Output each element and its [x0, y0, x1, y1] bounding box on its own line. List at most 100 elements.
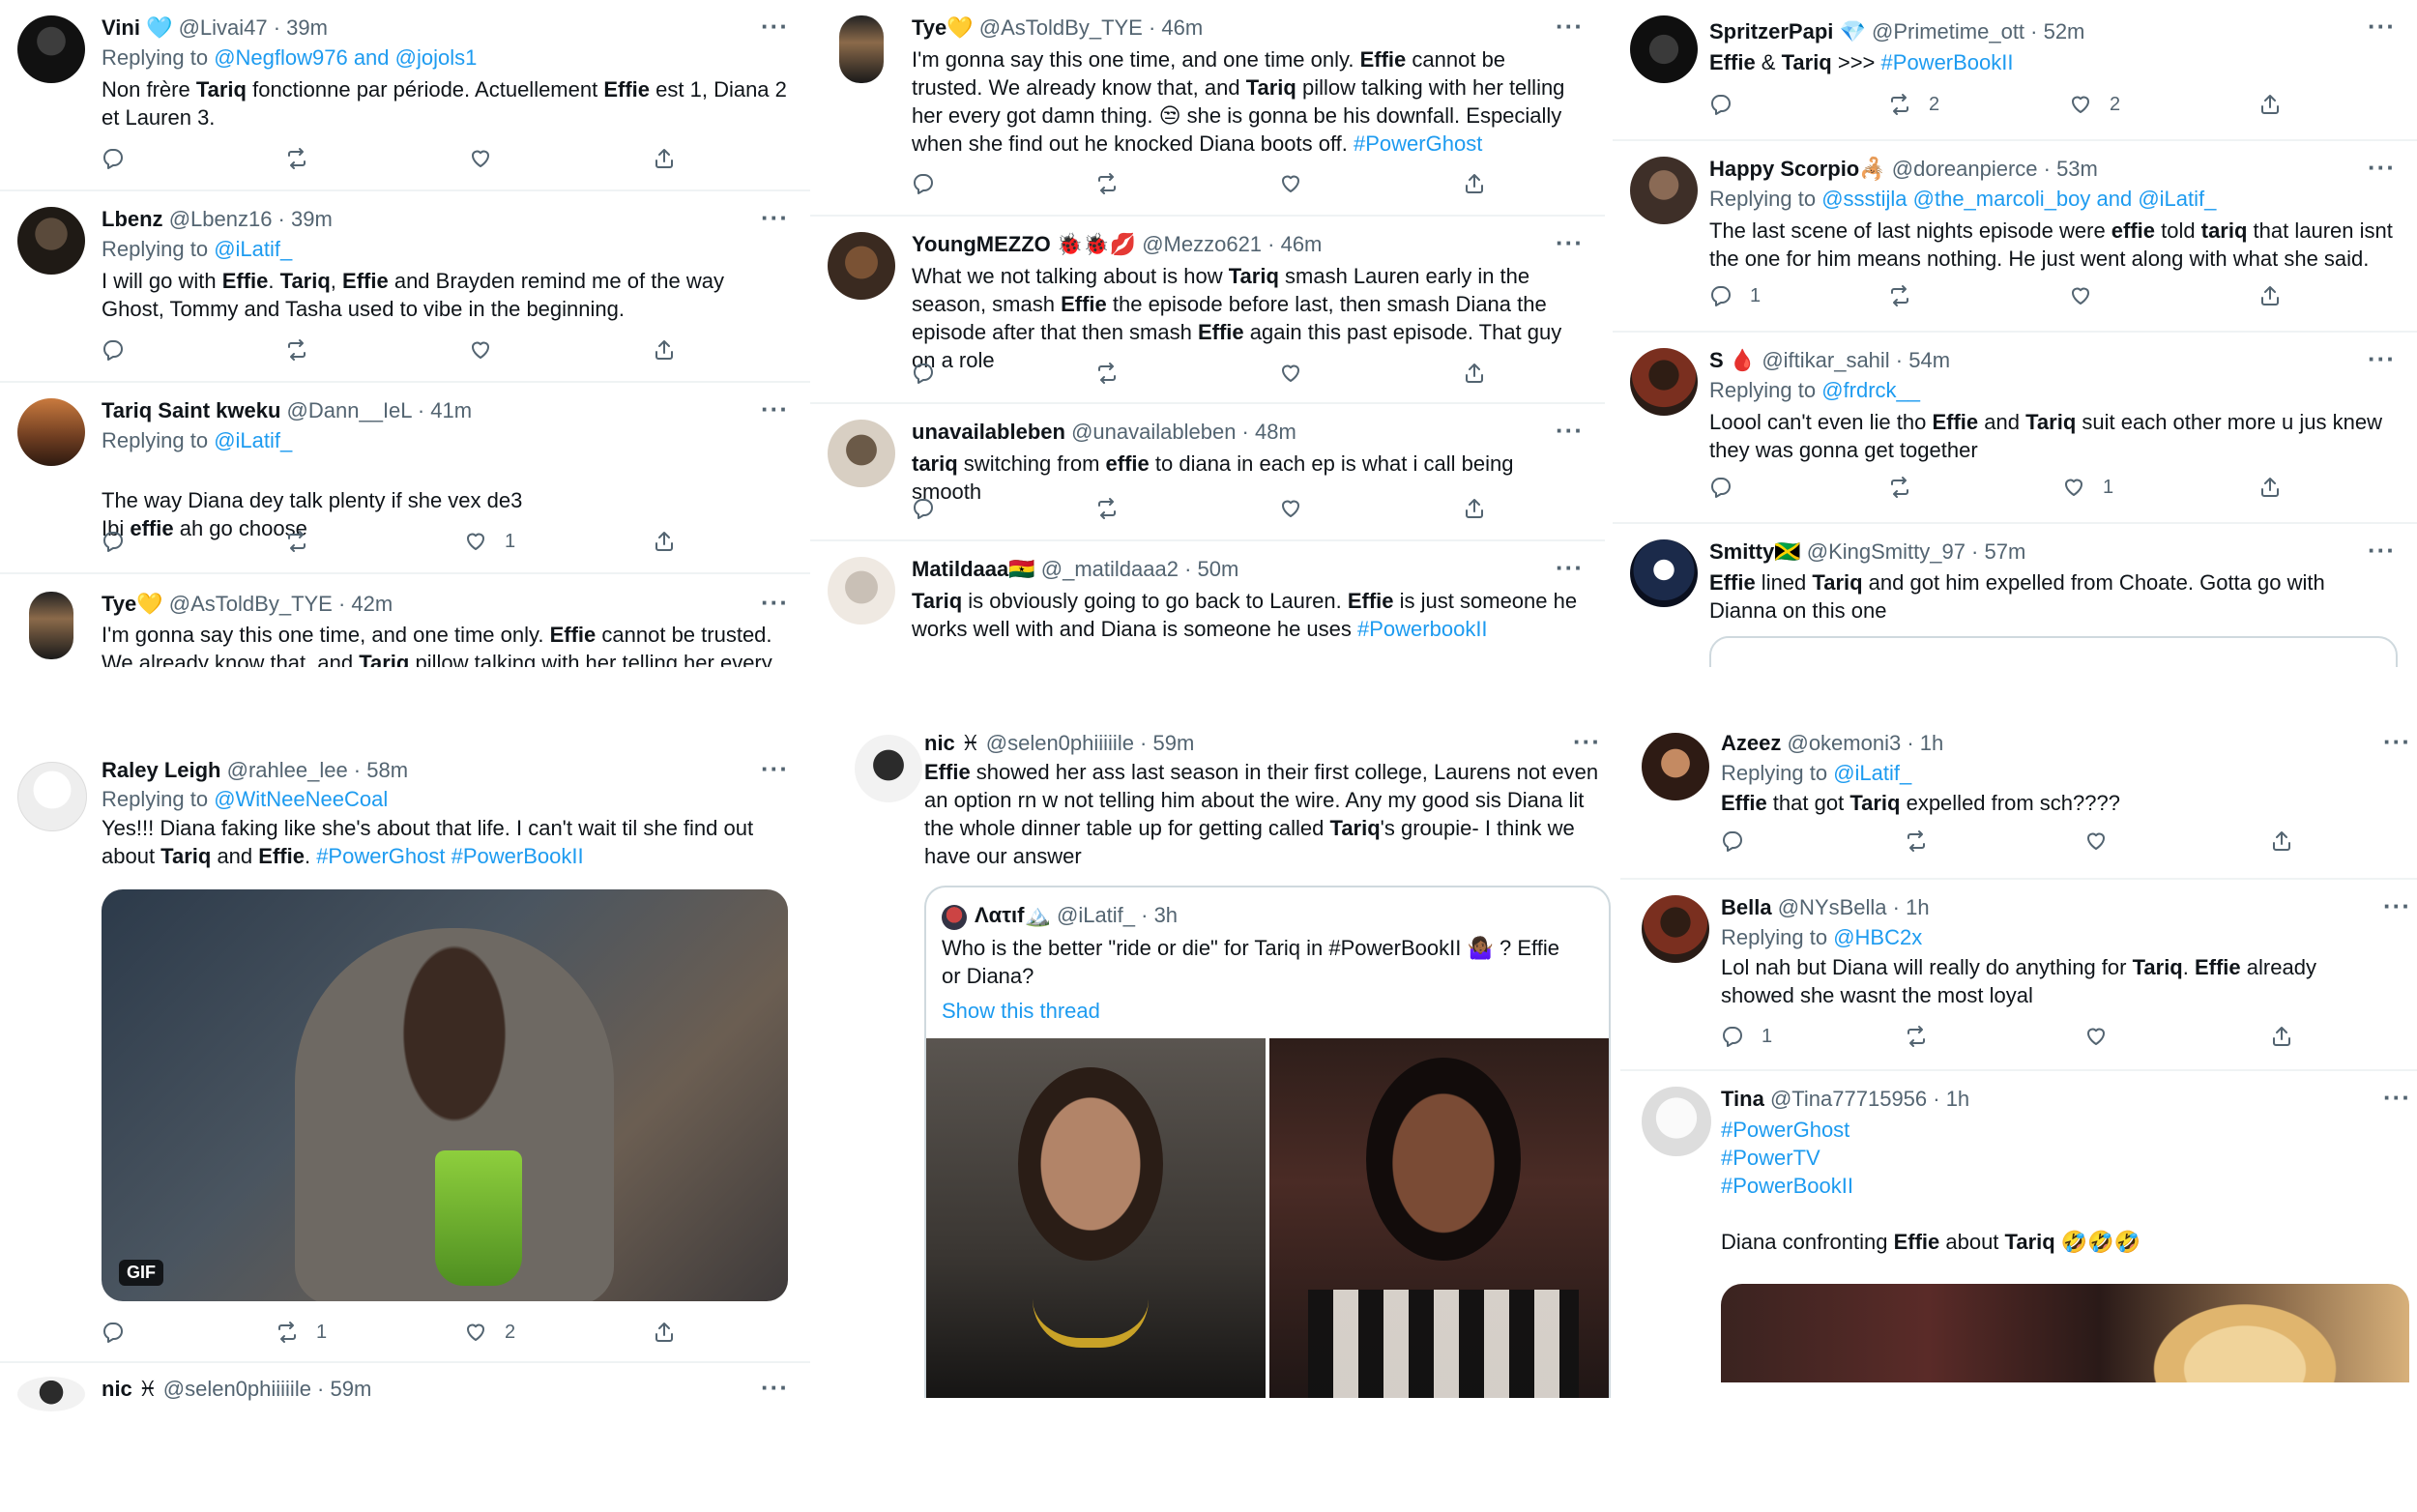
- avatar[interactable]: [17, 398, 85, 466]
- reply-button[interactable]: 1: [1721, 1025, 1772, 1048]
- like-button[interactable]: [2084, 829, 2108, 853]
- reply-button[interactable]: [912, 497, 935, 520]
- tweet[interactable]: Tye💛 @AsToldBy_TYE · 46m ··· I'm gonna s…: [810, 0, 1605, 217]
- more-icon[interactable]: ···: [761, 12, 789, 42]
- more-icon[interactable]: ···: [2383, 727, 2411, 757]
- more-icon[interactable]: ···: [1556, 12, 1584, 42]
- retweet-button[interactable]: 1: [276, 1321, 327, 1344]
- more-icon[interactable]: ···: [761, 203, 789, 233]
- share-button[interactable]: [653, 147, 676, 170]
- hashtag-link[interactable]: #PowerBookII: [1721, 1172, 2394, 1200]
- display-name[interactable]: Smitty🇯🇲: [1709, 539, 1801, 564]
- display-name[interactable]: Tye💛: [912, 15, 974, 40]
- more-icon[interactable]: ···: [1556, 553, 1584, 583]
- share-button[interactable]: [1463, 497, 1486, 520]
- retweet-button[interactable]: [285, 147, 308, 170]
- like-button[interactable]: [1279, 362, 1302, 385]
- reply-button[interactable]: [102, 530, 125, 553]
- avatar[interactable]: [828, 557, 895, 625]
- reply-button[interactable]: [912, 172, 935, 195]
- like-button[interactable]: 1: [464, 530, 515, 553]
- share-button[interactable]: [2258, 284, 2282, 307]
- share-button[interactable]: [2258, 476, 2282, 499]
- tweet[interactable]: S 🩸 @iftikar_sahil · 54m ··· Replying to…: [1613, 333, 2417, 524]
- display-name[interactable]: SpritzerPapi 💎: [1709, 19, 1866, 44]
- avatar[interactable]: [1642, 733, 1709, 800]
- tweet[interactable]: Tariq Saint kweku @Dann__IeL · 41m ··· R…: [0, 383, 810, 574]
- avatar[interactable]: [828, 232, 895, 300]
- hashtag-link[interactable]: #PowerGhost: [1354, 131, 1482, 156]
- tweet[interactable]: Azeez @okemoni3 · 1h ··· Replying to @iL…: [1620, 715, 2417, 880]
- retweet-button[interactable]: [1905, 829, 1928, 853]
- display-name[interactable]: Tye💛: [102, 592, 163, 616]
- quoted-image-right[interactable]: [1269, 1038, 1609, 1398]
- share-button[interactable]: [653, 530, 676, 553]
- hashtag-link[interactable]: #PowerbookII: [1357, 617, 1488, 641]
- tweet[interactable]: Bella @NYsBella · 1h ··· Replying to @HB…: [1620, 880, 2417, 1071]
- share-button[interactable]: [2270, 1025, 2293, 1048]
- more-icon[interactable]: ···: [761, 588, 789, 618]
- display-name[interactable]: Matildaaa🇬🇭: [912, 557, 1035, 581]
- retweet-button[interactable]: [1888, 476, 1911, 499]
- avatar[interactable]: [1630, 157, 1698, 224]
- reply-mention-link[interactable]: @WitNeeNeeCoal: [214, 787, 388, 811]
- reply-mention-link[interactable]: @Negflow976 and @jojols1: [214, 45, 477, 70]
- retweet-button[interactable]: [285, 530, 308, 553]
- retweet-button[interactable]: [1095, 497, 1119, 520]
- like-button[interactable]: [469, 147, 492, 170]
- avatar[interactable]: [1642, 895, 1709, 963]
- avatar[interactable]: [17, 1377, 85, 1411]
- avatar[interactable]: [855, 735, 922, 802]
- like-button[interactable]: [469, 338, 492, 362]
- avatar[interactable]: [17, 762, 87, 831]
- display-name[interactable]: nic ♓︎: [924, 731, 980, 755]
- like-button[interactable]: 2: [464, 1321, 515, 1344]
- more-icon[interactable]: ···: [1556, 416, 1584, 446]
- tweet[interactable]: Matildaaa🇬🇭 @_matildaaa2 · 50m ··· Tariq…: [810, 541, 1605, 667]
- avatar[interactable]: [1630, 15, 1698, 83]
- more-icon[interactable]: ···: [761, 394, 789, 424]
- gif-media[interactable]: GIF: [102, 889, 788, 1301]
- display-name[interactable]: nic ♓︎: [102, 1377, 158, 1401]
- tweet[interactable]: SpritzerPapi 💎 @Primetime_ott · 52m ··· …: [1613, 0, 2417, 141]
- reply-mention-link[interactable]: @iLatif_: [214, 237, 292, 261]
- retweet-button[interactable]: 2: [1888, 93, 1939, 116]
- reply-button[interactable]: [102, 147, 125, 170]
- retweet-button[interactable]: [1095, 362, 1119, 385]
- like-button[interactable]: [2084, 1025, 2108, 1048]
- display-name[interactable]: unavailableben: [912, 420, 1065, 444]
- like-button[interactable]: [2069, 284, 2092, 307]
- tweet[interactable]: Vini 🩵 @Livai47 · 39m ··· Replying to @N…: [0, 0, 810, 191]
- like-button[interactable]: 2: [2069, 93, 2120, 116]
- hashtag-link[interactable]: #PowerTV: [1721, 1144, 2394, 1172]
- avatar[interactable]: [17, 207, 85, 275]
- display-name[interactable]: Tina: [1721, 1087, 1764, 1111]
- avatar[interactable]: [17, 15, 85, 83]
- tweet[interactable]: nic ♓︎ @selen0phiiiiile · 59m ···: [0, 1363, 810, 1411]
- like-button[interactable]: [1279, 497, 1302, 520]
- hashtag-link[interactable]: #PowerBookII: [451, 844, 584, 868]
- display-name[interactable]: S 🩸: [1709, 348, 1756, 372]
- share-button[interactable]: [2258, 93, 2282, 116]
- display-name[interactable]: Azeez: [1721, 731, 1781, 755]
- display-name[interactable]: Lbenz: [102, 207, 163, 231]
- hashtag-link[interactable]: #PowerGhost: [1721, 1116, 2394, 1144]
- reply-button[interactable]: [102, 338, 125, 362]
- avatar[interactable]: [1630, 348, 1698, 416]
- more-icon[interactable]: ···: [761, 754, 789, 784]
- retweet-button[interactable]: [285, 338, 308, 362]
- avatar[interactable]: [828, 420, 895, 487]
- tweet[interactable]: YoungMEZZO 🐞🐞💋 @Mezzo621 · 46m ··· What …: [810, 217, 1605, 404]
- reply-button[interactable]: [1709, 476, 1733, 499]
- display-name[interactable]: YoungMEZZO 🐞🐞💋: [912, 232, 1136, 256]
- quoted-tweet[interactable]: Λατιf🏔️ @iLatif_ · 3h Who is the better …: [924, 886, 1611, 1398]
- like-button[interactable]: [1279, 172, 1302, 195]
- more-icon[interactable]: ···: [2368, 536, 2396, 566]
- display-name[interactable]: Vini 🩵: [102, 15, 172, 40]
- more-icon[interactable]: ···: [2383, 891, 2411, 921]
- retweet-button[interactable]: [1095, 172, 1119, 195]
- more-icon[interactable]: ···: [2368, 344, 2396, 374]
- display-name[interactable]: Bella: [1721, 895, 1772, 919]
- reply-mention-link[interactable]: @HBC2x: [1833, 925, 1922, 949]
- reply-button[interactable]: 1: [1709, 284, 1761, 307]
